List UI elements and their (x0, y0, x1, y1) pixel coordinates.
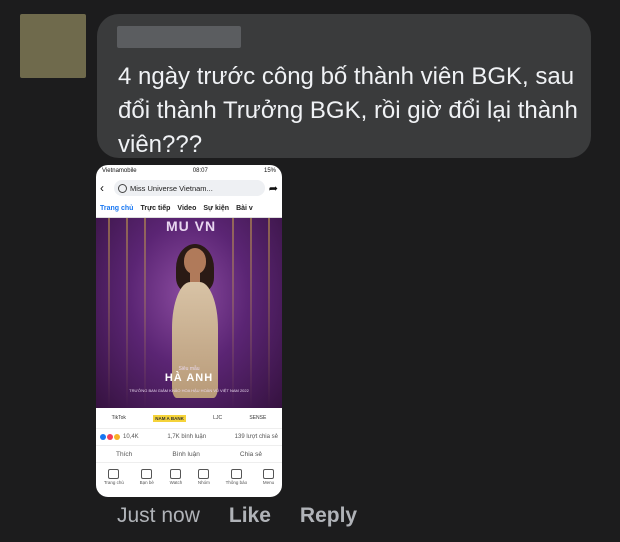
tab-home: Trang chủ (100, 204, 134, 212)
nav-friends: Bạn bè (140, 469, 154, 485)
search-row: ‹ Miss Universe Vietnam... ➦ (96, 177, 282, 199)
poster-name: HÀ ANH (164, 372, 214, 384)
battery-label: 15% (263, 168, 276, 174)
tab-events: Sự kiện (203, 204, 230, 212)
share-action: Chia sẻ (239, 450, 262, 458)
nav-menu: Menu (263, 469, 274, 485)
nav-groups: Nhóm (198, 469, 210, 485)
poster-logo: MU VN (166, 218, 217, 234)
post-actions: Thích Bình luận Chia sẻ (96, 445, 282, 463)
share-count: 139 lượt chia sẻ (234, 434, 278, 440)
tab-posts: Bài v (236, 204, 253, 212)
friends-icon (141, 469, 153, 479)
nav-home-label: Trang chủ (103, 480, 124, 485)
reaction-bar: 10,4K 1,7K bình luận 139 lượt chia sẻ (96, 429, 282, 445)
search-icon (118, 183, 127, 193)
sponsor-ljc: LJC (213, 415, 223, 421)
reply-button[interactable]: Reply (300, 504, 357, 528)
carrier-label: Vietnamobile (102, 168, 137, 174)
groups-icon (198, 469, 210, 479)
tab-live: Trực tiếp (140, 204, 171, 212)
nav-watch-label: Watch (169, 480, 183, 485)
comment-action: Bình luận (172, 450, 200, 458)
nav-home: Trang chủ (104, 469, 124, 485)
sponsor-tiktok: TikTok (111, 415, 126, 421)
like-action: Thích (116, 450, 133, 458)
sponsor-sense: SENSE (249, 415, 267, 421)
sponsor-strip: TikTok NAM A BANK LJC SENSE (96, 408, 282, 429)
watch-icon (170, 469, 182, 479)
comment-bubble: 4 ngày trước công bố thành viên BGK, sau… (97, 14, 591, 158)
reaction-icons: 10,4K (100, 434, 139, 440)
status-bar: Vietnamobile 08:07 15% (96, 165, 282, 177)
clock-label: 08:07 (192, 168, 208, 174)
like-button[interactable]: Like (229, 504, 271, 528)
search-box: Miss Universe Vietnam... (114, 180, 265, 196)
poster-subtitle: TRƯỞNG BAN GIÁM KHẢO HOA HẬU HOÀN VŨ VIỆ… (129, 388, 249, 393)
comment-footer: Just now Like Reply (117, 504, 357, 528)
nav-notifications: Thông báo (225, 469, 248, 485)
comment-text: 4 ngày trước công bố thành viên BGK, sau… (118, 63, 578, 158)
attached-screenshot[interactable]: Vietnamobile 08:07 15% ‹ Miss Universe V… (96, 165, 282, 497)
back-arrow-icon: ‹ (100, 181, 104, 195)
comment-timestamp[interactable]: Just now (117, 504, 200, 528)
reaction-count: 10,4K (123, 434, 139, 440)
nav-menu-label: Menu (262, 480, 275, 485)
poster-image: MU VN Siêu mẫu HÀ ANH TRƯỞNG BAN GIÁM KH… (96, 218, 282, 408)
nav-watch: Watch (169, 469, 183, 485)
menu-icon (263, 469, 274, 479)
nav-groups-label: Nhóm (197, 480, 210, 485)
home-icon (108, 469, 120, 479)
tab-video: Video (177, 204, 197, 212)
nav-notifications-label: Thông báo (225, 480, 248, 485)
sponsor-namabank: NAM A BANK (153, 414, 186, 422)
avatar[interactable] (20, 14, 86, 78)
nav-friends-label: Bạn bè (139, 480, 154, 485)
bottom-nav: Trang chủ Bạn bè Watch Nhóm Thông báo Me… (96, 463, 282, 487)
redacted-author-name[interactable] (117, 26, 241, 48)
comment-count: 1,7K bình luận (167, 434, 207, 440)
bell-icon (230, 469, 242, 479)
search-text: Miss Universe Vietnam... (130, 183, 213, 193)
page-tabs: Trang chủ Trực tiếp Video Sự kiện Bài v (96, 199, 282, 218)
share-arrow-icon: ➦ (268, 182, 278, 195)
